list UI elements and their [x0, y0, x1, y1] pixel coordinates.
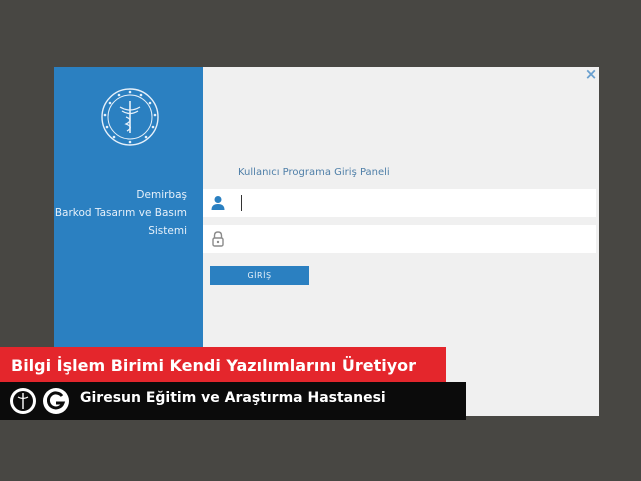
system-name-line-2: Barkod Tasarım ve Basım	[54, 207, 187, 219]
ministry-emblem-icon	[10, 388, 36, 414]
username-input[interactable]	[237, 192, 577, 212]
hospital-name: Giresun Eğitim ve Araştırma Hastanesi	[80, 390, 386, 406]
username-field[interactable]	[203, 189, 596, 217]
close-icon[interactable]: ×	[584, 67, 598, 82]
login-button[interactable]: GİRİŞ	[210, 266, 309, 285]
password-field[interactable]	[203, 225, 596, 253]
system-name-line-1: Demirbaş	[136, 189, 187, 201]
user-icon	[211, 196, 225, 210]
ministry-of-health-emblem-icon	[101, 88, 159, 146]
password-input[interactable]	[237, 228, 577, 248]
system-name: Demirbaş Barkod Tasarım ve Basım Sistemi	[55, 186, 187, 240]
hospital-banner: Giresun Eğitim ve Araştırma Hastanesi	[0, 382, 466, 420]
system-name-line-3: Sistemi	[148, 225, 187, 237]
headline-banner: Bilgi İşlem Birimi Kendi Yazılımlarını Ü…	[0, 347, 446, 383]
hospital-logo-icon	[43, 388, 69, 414]
lock-icon	[212, 231, 224, 247]
panel-title: Kullanıcı Programa Giriş Paneli	[238, 167, 390, 178]
